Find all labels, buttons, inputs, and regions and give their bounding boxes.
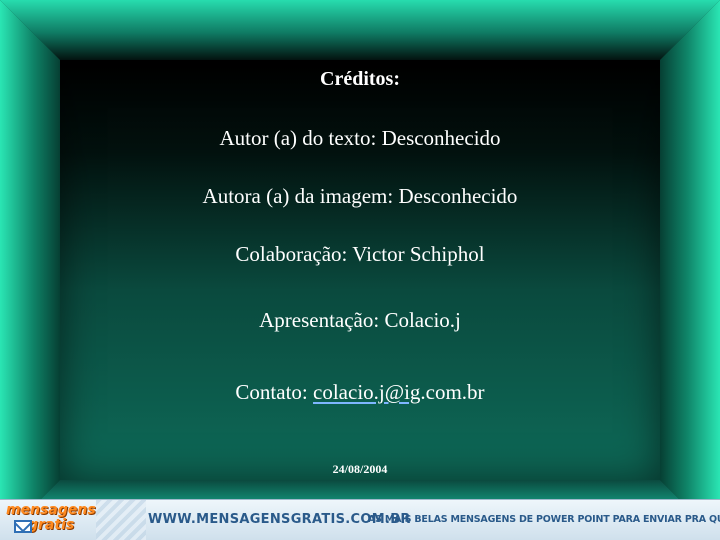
frame-top-bevel [0,0,720,60]
contact-email-link[interactable]: colacio.j@ig [313,380,420,404]
credit-text-author: Autor (a) do texto: Desconhecido [219,126,501,150]
credit-presentation: Apresentação: Colacio.j [259,308,461,332]
credit-collaboration: Colaboração: Victor Schiphol [235,242,485,266]
contact-label: Contato: [235,380,314,404]
logo-text-top: mensagens [6,502,96,518]
envelope-icon [14,520,32,533]
credits-title: Créditos: [320,68,400,90]
banner-tagline: AS MAIS BELAS MENSAGENS DE POWER POINT P… [368,514,720,525]
footer-banner[interactable]: mensagens gratis WWW.MENSAGENSGRATIS.COM… [0,499,720,540]
frame-inner-panel [60,60,660,480]
banner-stripes-decoration [96,500,146,540]
slide-date: 24/08/2004 [332,462,388,476]
contact-email-domain: .com.br [420,380,485,404]
credit-image-author: Autora (a) da imagem: Desconhecido [202,184,518,208]
slide: Créditos: Autor (a) do texto: Desconheci… [0,0,720,540]
credit-contact: Contato: colacio.j@ig.com.br [0,380,720,405]
mensagens-gratis-logo[interactable]: mensagens gratis [6,502,96,537]
